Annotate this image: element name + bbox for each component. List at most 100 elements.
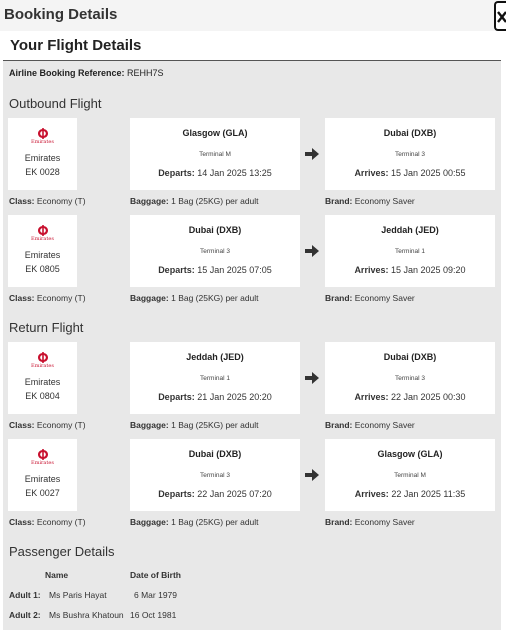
departure-terminal: Terminal 3 (200, 248, 230, 255)
baggage-label: Baggage: (130, 293, 169, 303)
flight-details-panel: Your Flight Details Airline Booking Refe… (3, 31, 501, 630)
arrow-right-icon (305, 469, 319, 481)
class-value: Economy (T) (36, 420, 86, 430)
departure-city: Glasgow (GLA) (182, 128, 248, 138)
airline-logo: Emirates (8, 352, 77, 369)
passenger-name-header: Name (45, 570, 69, 580)
passenger-dob: 16 Oct 1981 (130, 610, 177, 620)
departure-city: Jeddah (JED) (186, 352, 244, 362)
panel-header: Your Flight Details (3, 31, 501, 61)
flight-number: EK 0804 (25, 391, 60, 401)
window-title: Booking Details (4, 6, 118, 23)
brand-value: Economy Saver (354, 420, 415, 430)
arrival-city: Jeddah (JED) (381, 225, 439, 235)
departure-card: Jeddah (JED) Terminal 1 Departs: 21 Jan 20… (130, 342, 300, 414)
logo-wordmark: Emirates (31, 236, 54, 242)
passenger-row: Adult 1: Ms Paris Hayat 6 Mar 1979 (9, 590, 177, 600)
airline-name: Emirates (24, 474, 61, 484)
class-label: Class: (9, 293, 35, 303)
booking-reference-value: REHH7S (127, 68, 164, 78)
airline-logo: Emirates (8, 449, 77, 466)
brand-value: Economy Saver (354, 196, 415, 206)
baggage-allowance: Baggage: 1 Bag (25KG) per adult (130, 293, 259, 303)
passenger-label: Adult 2: (9, 610, 41, 620)
logo-wordmark: Emirates (31, 363, 54, 369)
airline-card: Emirates Emirates EK 0805 (8, 215, 77, 287)
passenger-name: Ms Bushra Khatoun (49, 610, 124, 620)
flight-number: EK 0027 (25, 488, 60, 498)
arrival-card: Jeddah (JED) Terminal 1 Arrives: 15 Jan 20… (325, 215, 495, 287)
arrival-card: Dubai (DXB) Terminal 3 Arrives: 22 Jan 202… (325, 342, 495, 414)
arrival-terminal: Terminal 3 (395, 375, 425, 382)
departure-time: Departs: 21 Jan 2025 20:20 (130, 392, 300, 402)
booking-reference-label: Airline Booking Reference: (9, 68, 125, 78)
departure-datetime: 21 Jan 2025 20:20 (197, 392, 272, 402)
departure-time: Departs: 15 Jan 2025 07:05 (130, 265, 300, 275)
class-value: Economy (T) (36, 517, 86, 527)
baggage-value: 1 Bag (25KG) per adult (171, 196, 259, 206)
brand-label: Brand: (325, 517, 353, 527)
brand-label: Brand: (325, 196, 353, 206)
logo-wordmark: Emirates (31, 460, 54, 466)
close-icon (497, 11, 506, 23)
arrow-right-icon (305, 245, 319, 257)
baggage-allowance: Baggage: 1 Bag (25KG) per adult (130, 517, 259, 527)
brand-value: Economy Saver (354, 517, 415, 527)
arrival-datetime: 15 Jan 2025 00:55 (390, 168, 466, 178)
airline-card: Emirates Emirates EK 0027 (8, 439, 77, 511)
baggage-value: 1 Bag (25KG) per adult (171, 517, 259, 527)
departure-terminal: Terminal 3 (200, 472, 230, 479)
arrow-right-icon (305, 372, 319, 384)
flight-number: EK 0805 (25, 264, 60, 274)
arrival-datetime: 22 Jan 2025 11:35 (391, 489, 466, 499)
airline-name: Emirates (24, 377, 61, 387)
arrives-label: Arrives: (354, 265, 389, 275)
class-label: Class: (9, 420, 35, 430)
class-label: Class: (9, 196, 35, 206)
departure-city: Dubai (DXB) (188, 225, 242, 235)
arrival-city: Dubai (DXB) (383, 128, 437, 138)
fare-brand: Brand: Economy Saver (325, 517, 415, 527)
departs-label: Departs: (158, 489, 195, 499)
departs-label: Departs: (158, 392, 195, 402)
passenger-details-heading: Passenger Details (9, 544, 115, 559)
fare-class: Class: Economy (T) (9, 517, 86, 527)
baggage-allowance: Baggage: 1 Bag (25KG) per adult (130, 420, 259, 430)
fare-class: Class: Economy (T) (9, 293, 86, 303)
baggage-value: 1 Bag (25KG) per adult (171, 420, 259, 430)
departure-card: Dubai (DXB) Terminal 3 Departs: 22 Jan 202… (130, 439, 300, 511)
departure-card: Glasgow (GLA) Terminal M Departs: 14 Jan 2… (130, 118, 300, 190)
arrival-city: Glasgow (GLA) (377, 449, 443, 459)
arrival-time: Arrives: 22 Jan 2025 11:35 (325, 489, 495, 499)
fare-class: Class: Economy (T) (9, 420, 86, 430)
airline-logo: Emirates (8, 225, 77, 242)
departure-terminal: Terminal 1 (200, 375, 230, 382)
arrival-datetime: 15 Jan 2025 09:20 (390, 265, 466, 275)
departure-time: Departs: 22 Jan 2025 07:20 (130, 489, 300, 499)
arrives-label: Arrives: (354, 392, 389, 402)
arrival-time: Arrives: 22 Jan 2025 00:30 (325, 392, 495, 402)
flight-number: EK 0028 (25, 167, 60, 177)
brand-label: Brand: (325, 420, 353, 430)
arrival-datetime: 22 Jan 2025 00:30 (390, 392, 466, 402)
airline-card: Emirates Emirates EK 0028 (8, 118, 77, 190)
arrival-terminal: Terminal 3 (395, 151, 425, 158)
close-button[interactable] (494, 1, 506, 31)
passenger-label: Adult 1: (9, 590, 41, 600)
arrival-terminal: Terminal M (394, 472, 426, 479)
departure-card: Dubai (DXB) Terminal 3 Departs: 15 Jan 202… (130, 215, 300, 287)
departure-datetime: 14 Jan 2025 13:25 (197, 168, 272, 178)
fare-brand: Brand: Economy Saver (325, 293, 415, 303)
arrives-label: Arrives: (354, 168, 389, 178)
airline-card: Emirates Emirates EK 0804 (8, 342, 77, 414)
departure-datetime: 15 Jan 2025 07:05 (197, 265, 272, 275)
outbound-flight-heading: Outbound Flight (9, 96, 102, 111)
baggage-allowance: Baggage: 1 Bag (25KG) per adult (130, 196, 259, 206)
arrival-city: Dubai (DXB) (383, 352, 437, 362)
passenger-row: Adult 2: Ms Bushra Khatoun 16 Oct 1981 (9, 610, 176, 620)
passenger-dob: 6 Mar 1979 (134, 590, 177, 600)
airline-logo: Emirates (8, 128, 77, 145)
arrival-card: Dubai (DXB) Terminal 3 Arrives: 15 Jan 202… (325, 118, 495, 190)
window-titlebar: Booking Details (0, 0, 506, 31)
arrival-terminal: Terminal 1 (395, 248, 425, 255)
